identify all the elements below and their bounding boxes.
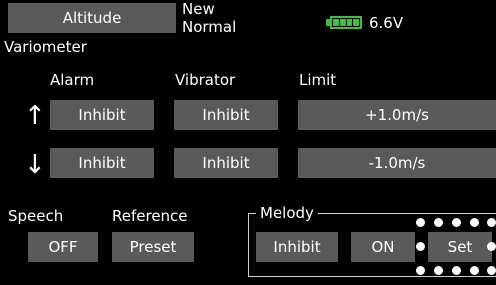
melody-set-label: Set xyxy=(447,238,473,256)
up-alarm-value: Inhibit xyxy=(78,106,126,124)
melody-state-value: ON xyxy=(371,238,395,256)
up-limit-button[interactable]: +1.0m/s xyxy=(298,100,496,130)
battery-voltage: 6.6V xyxy=(369,14,404,32)
down-alarm-value: Inhibit xyxy=(78,154,126,172)
down-alarm-button[interactable]: Inhibit xyxy=(50,148,154,178)
section-title: Variometer xyxy=(4,38,87,56)
reference-label: Reference xyxy=(112,207,188,225)
down-vibrator-value: Inhibit xyxy=(202,154,250,172)
melody-state-button[interactable]: ON xyxy=(351,232,415,262)
reference-button[interactable]: Preset xyxy=(112,232,194,262)
down-limit-button[interactable]: -1.0m/s xyxy=(298,148,496,178)
condition-name: New xyxy=(182,0,215,18)
up-arrow-icon: ↑ xyxy=(24,101,46,131)
melody-set-button[interactable]: Set xyxy=(428,232,492,262)
down-vibrator-button[interactable]: Inhibit xyxy=(174,148,278,178)
screen-title: Altitude xyxy=(62,9,122,27)
up-alarm-button[interactable]: Inhibit xyxy=(50,100,154,130)
reference-value: Preset xyxy=(129,238,177,256)
melody-label: Melody xyxy=(256,204,318,222)
battery-full-icon xyxy=(330,16,362,29)
up-vibrator-button[interactable]: Inhibit xyxy=(174,100,278,130)
flight-mode-name: Normal xyxy=(182,18,237,36)
melody-mode-value: Inhibit xyxy=(273,238,321,256)
down-limit-value: -1.0m/s xyxy=(368,154,426,172)
up-vibrator-value: Inhibit xyxy=(202,106,250,124)
alarm-column-header: Alarm xyxy=(50,71,95,89)
melody-mode-button[interactable]: Inhibit xyxy=(256,232,338,262)
speech-label: Speech xyxy=(8,207,64,225)
limit-column-header: Limit xyxy=(299,71,337,89)
down-arrow-icon: ↓ xyxy=(24,150,46,180)
up-limit-value: +1.0m/s xyxy=(365,106,429,124)
speech-value: OFF xyxy=(48,238,78,256)
speech-button[interactable]: OFF xyxy=(28,232,98,262)
vibrator-column-header: Vibrator xyxy=(175,71,236,89)
screen-title-tab[interactable]: Altitude xyxy=(8,3,176,33)
